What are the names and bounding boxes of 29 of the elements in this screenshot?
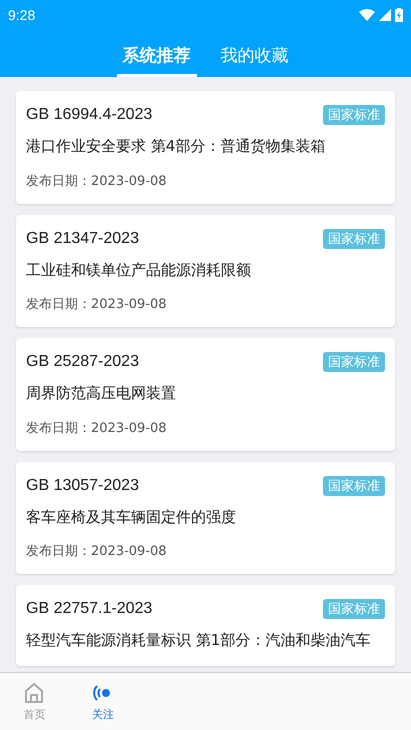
standard-card[interactable]: GB 21347-2023 国家标准 工业硅和镁单位产品能源消耗限额 发布日期：2023-09-08: [16, 214, 395, 327]
category-tag: 国家标准: [323, 228, 385, 248]
standard-title: 客车座椅及其车辆固定件的强度: [26, 506, 237, 528]
battery-icon: [395, 8, 403, 22]
nav-item[interactable]: 关注: [68, 673, 137, 730]
publish-date: 发布日期：2023-09-08: [26, 420, 168, 436]
publish-date: 发布日期：2023-09-08: [26, 172, 168, 190]
standard-title: 周界防范高压电网装置: [26, 383, 177, 404]
publish-date: 发布日期：2023-09-08: [26, 296, 168, 313]
standard-title: 轻型汽车能源消耗量标识 第1部分：汽油和柴油汽车: [26, 630, 372, 651]
standard-code: GB 16994.4-2023: [26, 106, 152, 124]
standard-title: 工业硅和镁单位产品能源消耗限额: [26, 260, 252, 280]
status-time: 9:28: [8, 7, 36, 23]
standard-code: GB 13057-2023: [26, 476, 139, 494]
category-tag: 国家标准: [323, 352, 385, 372]
signal-strength-icon: [379, 9, 391, 21]
category-tag: 国家标准: [323, 476, 385, 496]
standard-card[interactable]: GB 22757.1-2023 国家标准 轻型汽车能源消耗量标识 第1部分：汽油和柴油汽车: [16, 585, 395, 666]
standard-card[interactable]: GB 16994.4-2023 国家标准 港口作业安全要求 第4部分：普通货物集装箱 发布日期：2023-09-08: [16, 91, 395, 204]
standard-card[interactable]: GB 13057-2023 国家标准 客车座椅及其车辆固定件的强度 发布日期：2023-09-08: [16, 462, 395, 574]
wifi-icon: [359, 9, 375, 21]
standard-title: 港口作业安全要求 第4部分：普通货物集装箱: [26, 136, 326, 157]
category-tag: 国家标准: [323, 599, 385, 619]
standard-card[interactable]: GB 25287-2023 国家标准 周界防范高压电网装置 发布日期：2023-09-08: [16, 338, 395, 450]
publish-date: 发布日期：2023-09-08: [26, 543, 168, 560]
standard-code: GB 21347-2023: [26, 230, 139, 248]
category-tag: 国家标准: [323, 105, 385, 125]
standard-code: GB 25287-2023: [26, 353, 139, 371]
standard-code: GB 22757.1-2023: [26, 600, 152, 618]
